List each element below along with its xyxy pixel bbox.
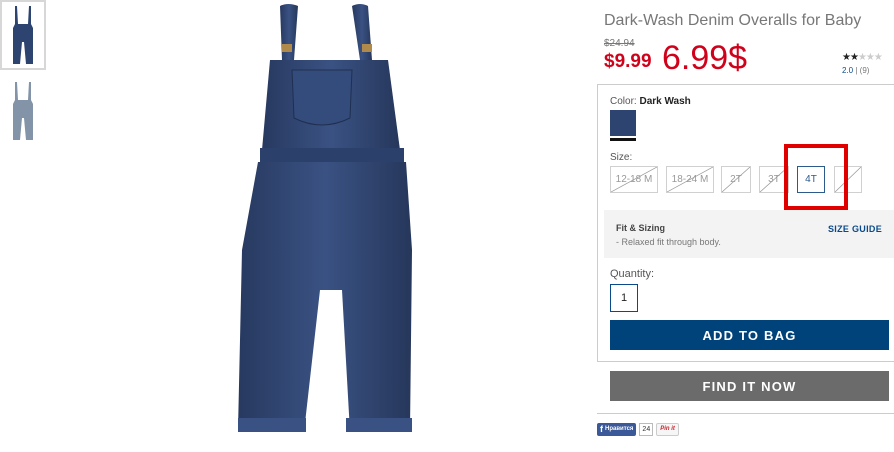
- size-guide-link[interactable]: SIZE GUIDE: [828, 224, 882, 234]
- fit-sizing-title: Fit & Sizing: [616, 223, 665, 233]
- rating-separator: |: [855, 66, 858, 75]
- color-label: Color: Dark Wash: [610, 96, 691, 107]
- social-share-bar: f Нравится 24 Pin it: [597, 422, 679, 436]
- star-icon: ★★: [842, 52, 859, 63]
- size-label: Size:: [610, 152, 633, 163]
- facebook-like-label: Нравится: [605, 426, 634, 432]
- star-icon: ★★★: [857, 52, 883, 63]
- rating-value[interactable]: 2.0: [842, 66, 853, 75]
- size-option-label: 2T: [730, 174, 742, 185]
- sale-price: $9.99: [604, 51, 652, 72]
- product-title: Dark-Wash Denim Overalls for Baby: [604, 12, 862, 29]
- fit-sizing-panel: [604, 210, 894, 258]
- overalls-thumbnail-image: [13, 6, 33, 64]
- add-to-bag-button[interactable]: ADD TO BAG: [610, 320, 889, 350]
- facebook-icon: f: [600, 424, 603, 434]
- facebook-like-count: 24: [639, 422, 654, 436]
- rating-summary: 2.0 | (9): [842, 66, 869, 75]
- overlay-price: 6.99$: [662, 39, 748, 77]
- product-main-image: [220, 0, 430, 446]
- find-it-now-button[interactable]: FIND IT NOW: [610, 371, 889, 401]
- facebook-like-button[interactable]: f Нравится: [597, 422, 637, 436]
- color-swatch-dark-wash[interactable]: [610, 110, 636, 136]
- thumbnail-light-wash[interactable]: [0, 76, 46, 146]
- star-rating[interactable]: ★★★★★: [842, 52, 883, 63]
- size-option-2t[interactable]: 2T: [721, 166, 751, 193]
- size-option-label: 12-18 M: [615, 174, 653, 185]
- quantity-label: Quantity:: [610, 268, 655, 280]
- thumbnail-dark-wash[interactable]: [0, 0, 46, 70]
- divider: [597, 413, 894, 414]
- original-price: $24.94: [604, 38, 635, 49]
- selected-size-highlight: [784, 144, 848, 210]
- quantity-input[interactable]: 1: [610, 284, 638, 312]
- pinterest-button[interactable]: Pin it: [656, 422, 679, 436]
- overalls-thumbnail-image: [13, 82, 33, 140]
- color-label-text: Color:: [610, 96, 637, 107]
- size-option-label: 18-24 M: [671, 174, 709, 185]
- review-count[interactable]: (9): [860, 66, 870, 75]
- product-page: Dark-Wash Denim Overalls for Baby $24.94…: [0, 0, 894, 452]
- size-option-12-18m[interactable]: 12-18 M: [610, 166, 658, 193]
- swatch-selected-indicator: [610, 138, 636, 141]
- size-option-label: 3T: [768, 174, 780, 185]
- fit-description: - Relaxed fit through body.: [616, 237, 721, 247]
- size-option-18-24m[interactable]: 18-24 M: [666, 166, 714, 193]
- color-value: Dark Wash: [639, 96, 691, 107]
